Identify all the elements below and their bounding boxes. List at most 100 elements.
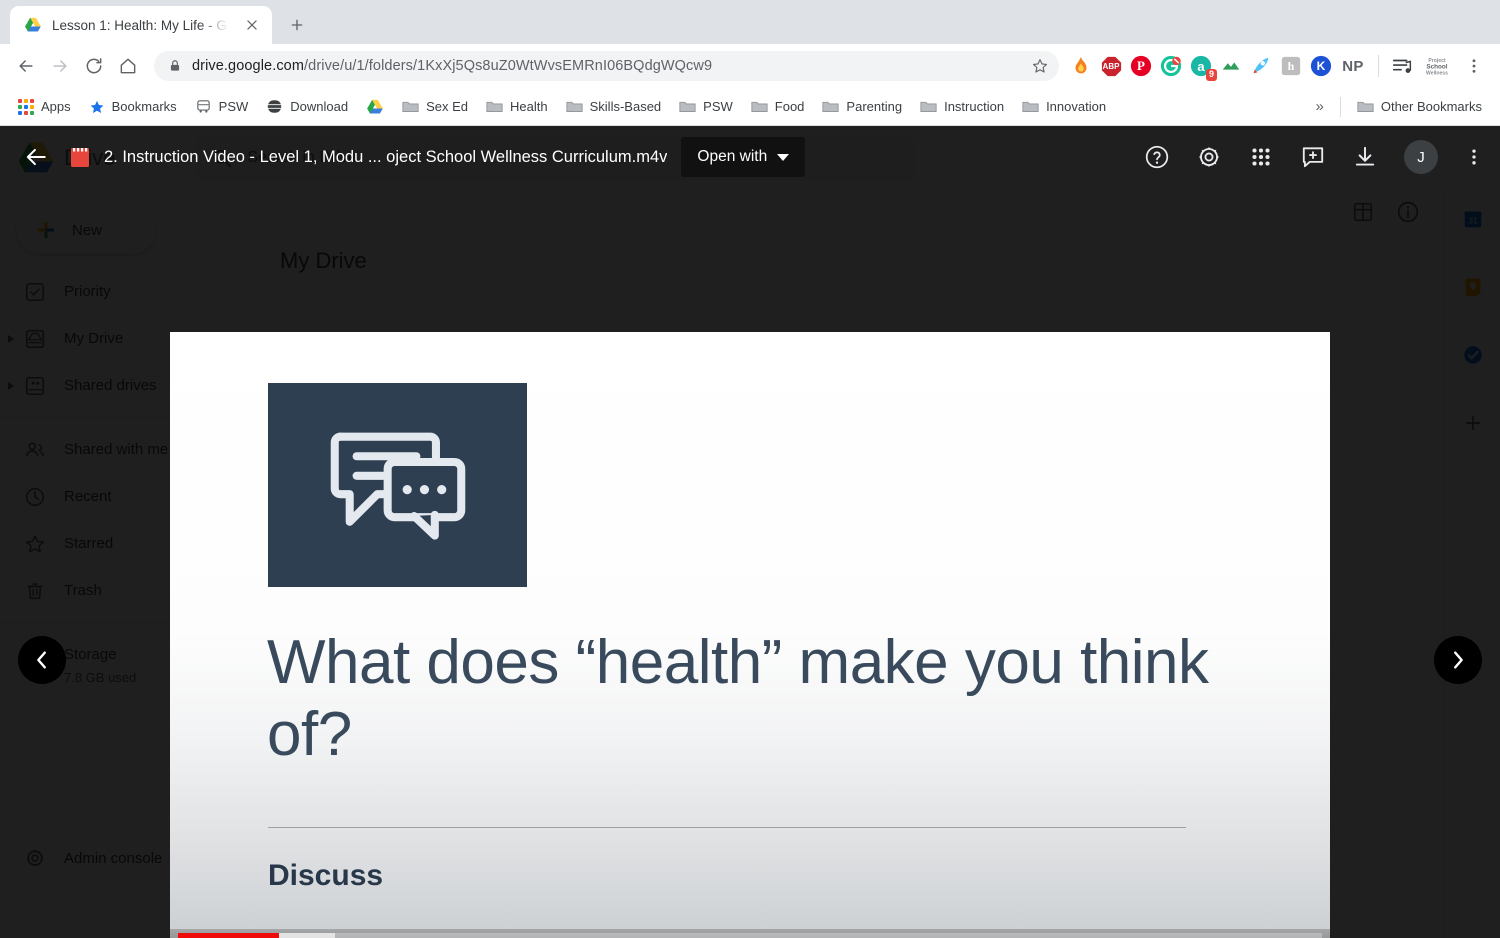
bookmarks-overflow-button[interactable]: » <box>1308 93 1332 120</box>
chrome-menu-button[interactable] <box>1458 50 1490 82</box>
bookmark-label: PSW <box>703 99 733 114</box>
url-text: drive.google.com/drive/u/1/folders/1KxXj… <box>192 58 1021 74</box>
folder-icon <box>920 99 937 114</box>
bookmarks-bar: Apps Bookmarks PSW Download Sex Ed Healt… <box>0 88 1500 126</box>
url-path: /drive/u/1/folders/1KxXj5Qs8uZ0WtWvsEMRn… <box>304 58 713 74</box>
speech-bubbles-icon <box>329 425 467 545</box>
progress-bar[interactable] <box>178 933 1322 938</box>
globe-icon <box>266 98 284 115</box>
bus-icon <box>195 98 212 115</box>
ext-label: K <box>1316 59 1326 73</box>
next-file-button[interactable] <box>1434 636 1482 684</box>
flame-extension-icon[interactable] <box>1069 54 1093 78</box>
apps-grid-icon <box>18 98 34 115</box>
other-bookmarks-button[interactable]: Other Bookmarks <box>1349 94 1490 119</box>
viewer-file-name: 2. Instruction Video - Level 1, Modu ...… <box>104 147 668 166</box>
close-icon[interactable] <box>242 15 262 35</box>
toolbar-divider <box>1378 55 1379 77</box>
apps-grid-icon[interactable] <box>1248 144 1274 170</box>
add-comment-icon[interactable] <box>1300 144 1326 170</box>
folder-icon <box>1022 99 1039 114</box>
extensions-strip: ABP P a 9 h K NP Project School Wellness <box>1069 54 1456 81</box>
bookmark-star-icon[interactable] <box>1031 57 1049 75</box>
new-tab-button[interactable] <box>282 10 312 40</box>
tab-strip: Lesson 1: Health: My Life - Goog <box>0 0 1500 44</box>
more-options-icon[interactable] <box>1464 144 1484 170</box>
amazon-assistant-icon[interactable]: a 9 <box>1189 54 1217 81</box>
back-button[interactable] <box>10 50 42 82</box>
tab-title: Lesson 1: Health: My Life - Goog <box>52 17 232 33</box>
progress-played <box>178 933 279 938</box>
forward-button[interactable] <box>44 50 76 82</box>
bookmark-label: Instruction <box>944 99 1005 114</box>
bookmark-label: Innovation <box>1046 99 1107 114</box>
ext-label: P <box>1137 58 1145 73</box>
bookmark-folder-sex-ed[interactable]: Sex Ed <box>394 94 476 119</box>
adblock-plus-icon[interactable]: ABP <box>1099 54 1123 78</box>
bookmark-folder-psw[interactable]: PSW <box>671 94 741 119</box>
reload-button[interactable] <box>78 50 110 82</box>
slide-content: What does “health” make you think of? Di… <box>170 332 1330 938</box>
bookmark-drive[interactable] <box>358 93 392 121</box>
bookmark-label: PSW <box>218 99 249 114</box>
bookmark-folder-skills-based[interactable]: Skills-Based <box>558 94 670 119</box>
ext-label: a <box>1197 58 1205 74</box>
bookmark-label: Parenting <box>846 99 903 114</box>
bookmark-label: Download <box>290 99 349 114</box>
viewer-toolbar-actions: J <box>1144 140 1484 174</box>
lock-icon <box>168 59 182 73</box>
slide-subheading: Discuss <box>268 859 384 892</box>
bookmark-apps[interactable]: Apps <box>10 94 79 120</box>
bookmark-label: Bookmarks <box>111 99 177 114</box>
open-with-button[interactable]: Open with <box>681 137 806 177</box>
bookmark-folder-parenting[interactable]: Parenting <box>814 94 910 119</box>
bookmark-download[interactable]: Download <box>258 93 356 120</box>
browser-toolbar: drive.google.com/drive/u/1/folders/1KxXj… <box>0 44 1500 88</box>
bookmark-label: Apps <box>41 99 71 114</box>
bookmark-folder-health[interactable]: Health <box>478 94 556 119</box>
grammarly-icon[interactable] <box>1159 54 1183 78</box>
chrome-browser-window: Lesson 1: Health: My Life - Goog drive.g… <box>0 0 1500 938</box>
download-icon[interactable] <box>1352 144 1378 170</box>
rocket-extension-icon[interactable] <box>1249 54 1273 78</box>
bookmark-psw-bus[interactable]: PSW <box>187 93 257 120</box>
bookmark-folder-innovation[interactable]: Innovation <box>1014 94 1114 119</box>
pinterest-icon[interactable]: P <box>1129 54 1153 78</box>
svg-text:School: School <box>1426 64 1447 71</box>
browser-tab[interactable]: Lesson 1: Health: My Life - Goog <box>10 6 272 44</box>
avatar[interactable]: J <box>1404 140 1438 174</box>
honey-icon[interactable]: h <box>1279 54 1303 78</box>
url-domain: drive.google.com <box>192 58 305 74</box>
ext-label: h <box>1287 58 1295 73</box>
bookmark-label: Food <box>774 99 805 114</box>
green-chevron-icon[interactable] <box>1219 54 1243 78</box>
back-to-drive-button[interactable] <box>16 137 56 177</box>
video-player[interactable]: What does “health” make you think of? Di… <box>170 332 1330 938</box>
kami-icon[interactable]: K <box>1309 54 1333 78</box>
viewer-toolbar: 2. Instruction Video - Level 1, Modu ...… <box>0 126 1500 188</box>
folder-icon <box>566 99 583 114</box>
folder-icon <box>822 99 839 114</box>
chevron-down-icon <box>777 153 790 161</box>
np-extension-icon[interactable]: NP <box>1339 54 1367 78</box>
slide-divider <box>268 827 1186 828</box>
other-bookmarks-label: Other Bookmarks <box>1380 99 1482 114</box>
player-controls: 0:32 / 6:32 <box>170 929 1330 938</box>
folder-icon <box>402 99 419 114</box>
bookmark-folder-food[interactable]: Food <box>743 94 813 119</box>
bookmark-bookmarks[interactable]: Bookmarks <box>81 94 185 120</box>
project-school-wellness-icon[interactable]: Project School Wellness <box>1420 54 1454 78</box>
address-bar[interactable]: drive.google.com/drive/u/1/folders/1KxXj… <box>154 51 1059 81</box>
previous-file-button[interactable] <box>18 636 66 684</box>
folder-icon <box>1357 99 1374 114</box>
page-content: Drive Search in Drive <box>0 126 1500 938</box>
bookmark-label: Health <box>510 99 548 114</box>
playlist-icon[interactable] <box>1390 54 1414 78</box>
help-icon[interactable] <box>1144 144 1170 170</box>
bookmark-folder-instruction[interactable]: Instruction <box>912 94 1012 119</box>
settings-gear-icon[interactable] <box>1196 144 1222 170</box>
home-button[interactable] <box>112 50 144 82</box>
google-drive-icon <box>366 98 384 116</box>
extension-badge-count: 9 <box>1205 69 1217 81</box>
slide-heading: What does “health” make you think of? <box>267 628 1209 769</box>
